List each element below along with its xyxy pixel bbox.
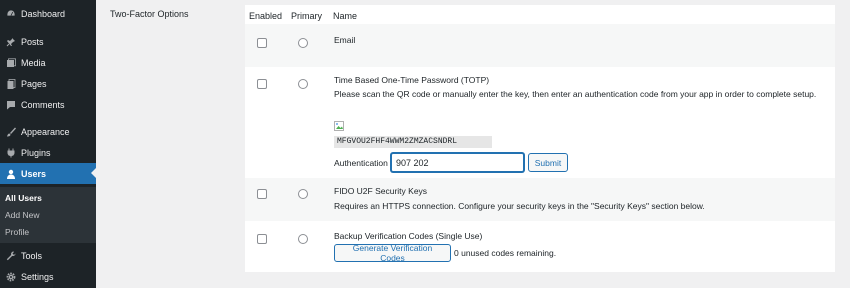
menu-label: Appearance <box>21 126 70 137</box>
menu-label: Pages <box>21 78 47 89</box>
menu-item-tools[interactable]: Tools <box>0 245 96 266</box>
menu-label: Comments <box>21 99 65 110</box>
unused-codes-count: 0 unused codes remaining. <box>454 248 557 258</box>
primary-radio[interactable] <box>298 38 308 48</box>
column-header-name: Name <box>333 11 358 21</box>
menu-label: Tools <box>21 250 43 261</box>
column-header-enabled: Enabled <box>249 11 283 21</box>
menu-item-appearance[interactable]: Appearance <box>0 121 96 142</box>
wrench-icon <box>5 250 17 262</box>
menu-item-plugins[interactable]: Plugins <box>0 142 96 163</box>
menu-label: Media <box>21 57 46 68</box>
column-header-primary: Primary <box>291 11 322 21</box>
media-icon <box>5 57 17 69</box>
menu-item-posts[interactable]: Posts <box>0 31 96 52</box>
provider-name: Email <box>334 35 356 45</box>
primary-radio[interactable] <box>298 189 308 199</box>
menu-label: Posts <box>21 36 44 47</box>
dashboard-icon <box>5 8 17 20</box>
menu-item-pages[interactable]: Pages <box>0 73 96 94</box>
provider-row-backup-codes: Backup Verification Codes (Single Use) G… <box>245 221 835 272</box>
menu-item-media[interactable]: Media <box>0 52 96 73</box>
users-submenu: All Users Add New Profile <box>0 187 96 243</box>
enabled-checkbox[interactable] <box>257 79 267 89</box>
provider-row-email: Email <box>245 24 835 67</box>
two-factor-options-label: Two-Factor Options <box>110 9 189 19</box>
admin-sidebar: Dashboard Posts Media Pages Comments App… <box>0 0 96 288</box>
user-icon <box>5 168 17 180</box>
provider-description: Requires an HTTPS connection. Configure … <box>334 201 705 211</box>
provider-name: Backup Verification Codes (Single Use) <box>334 231 483 241</box>
submit-button[interactable]: Submit <box>528 153 568 172</box>
submenu-all-users[interactable]: All Users <box>5 193 42 203</box>
menu-item-users[interactable]: Users <box>0 163 96 184</box>
provider-row-fido-u2f: FIDO U2F Security Keys Requires an HTTPS… <box>245 178 835 221</box>
menu-item-dashboard[interactable]: Dashboard <box>0 3 96 24</box>
menu-item-settings[interactable]: Settings <box>0 266 96 287</box>
menu-label: Plugins <box>21 147 51 158</box>
totp-secret-key: MFGVOU2FHF4WWM2ZMZACSNDRL <box>334 136 492 148</box>
enabled-checkbox[interactable] <box>257 38 267 48</box>
authentication-code-input[interactable] <box>391 153 524 172</box>
menu-item-comments[interactable]: Comments <box>0 94 96 115</box>
primary-radio[interactable] <box>298 79 308 89</box>
provider-description: Please scan the QR code or manually ente… <box>334 89 817 99</box>
settings-icon <box>5 271 17 283</box>
two-factor-options-table: Enabled Primary Name Email Time Based On… <box>245 5 835 272</box>
enabled-checkbox[interactable] <box>257 189 267 199</box>
comments-icon <box>5 99 17 111</box>
submenu-profile[interactable]: Profile <box>5 227 29 237</box>
plugins-icon <box>5 147 17 159</box>
primary-radio[interactable] <box>298 234 308 244</box>
submenu-add-new[interactable]: Add New <box>5 210 40 220</box>
generate-verification-codes-button[interactable]: Generate Verification Codes <box>334 243 451 263</box>
enabled-checkbox[interactable] <box>257 234 267 244</box>
menu-label: Settings <box>21 271 54 282</box>
pin-icon <box>5 36 17 48</box>
menu-label: Dashboard <box>21 8 66 19</box>
provider-name: Time Based One-Time Password (TOTP) <box>334 75 490 85</box>
provider-name: FIDO U2F Security Keys <box>334 186 428 196</box>
brush-icon <box>5 126 17 138</box>
broken-image-icon <box>334 121 344 131</box>
pages-icon <box>5 78 17 90</box>
menu-label: Users <box>21 168 47 179</box>
